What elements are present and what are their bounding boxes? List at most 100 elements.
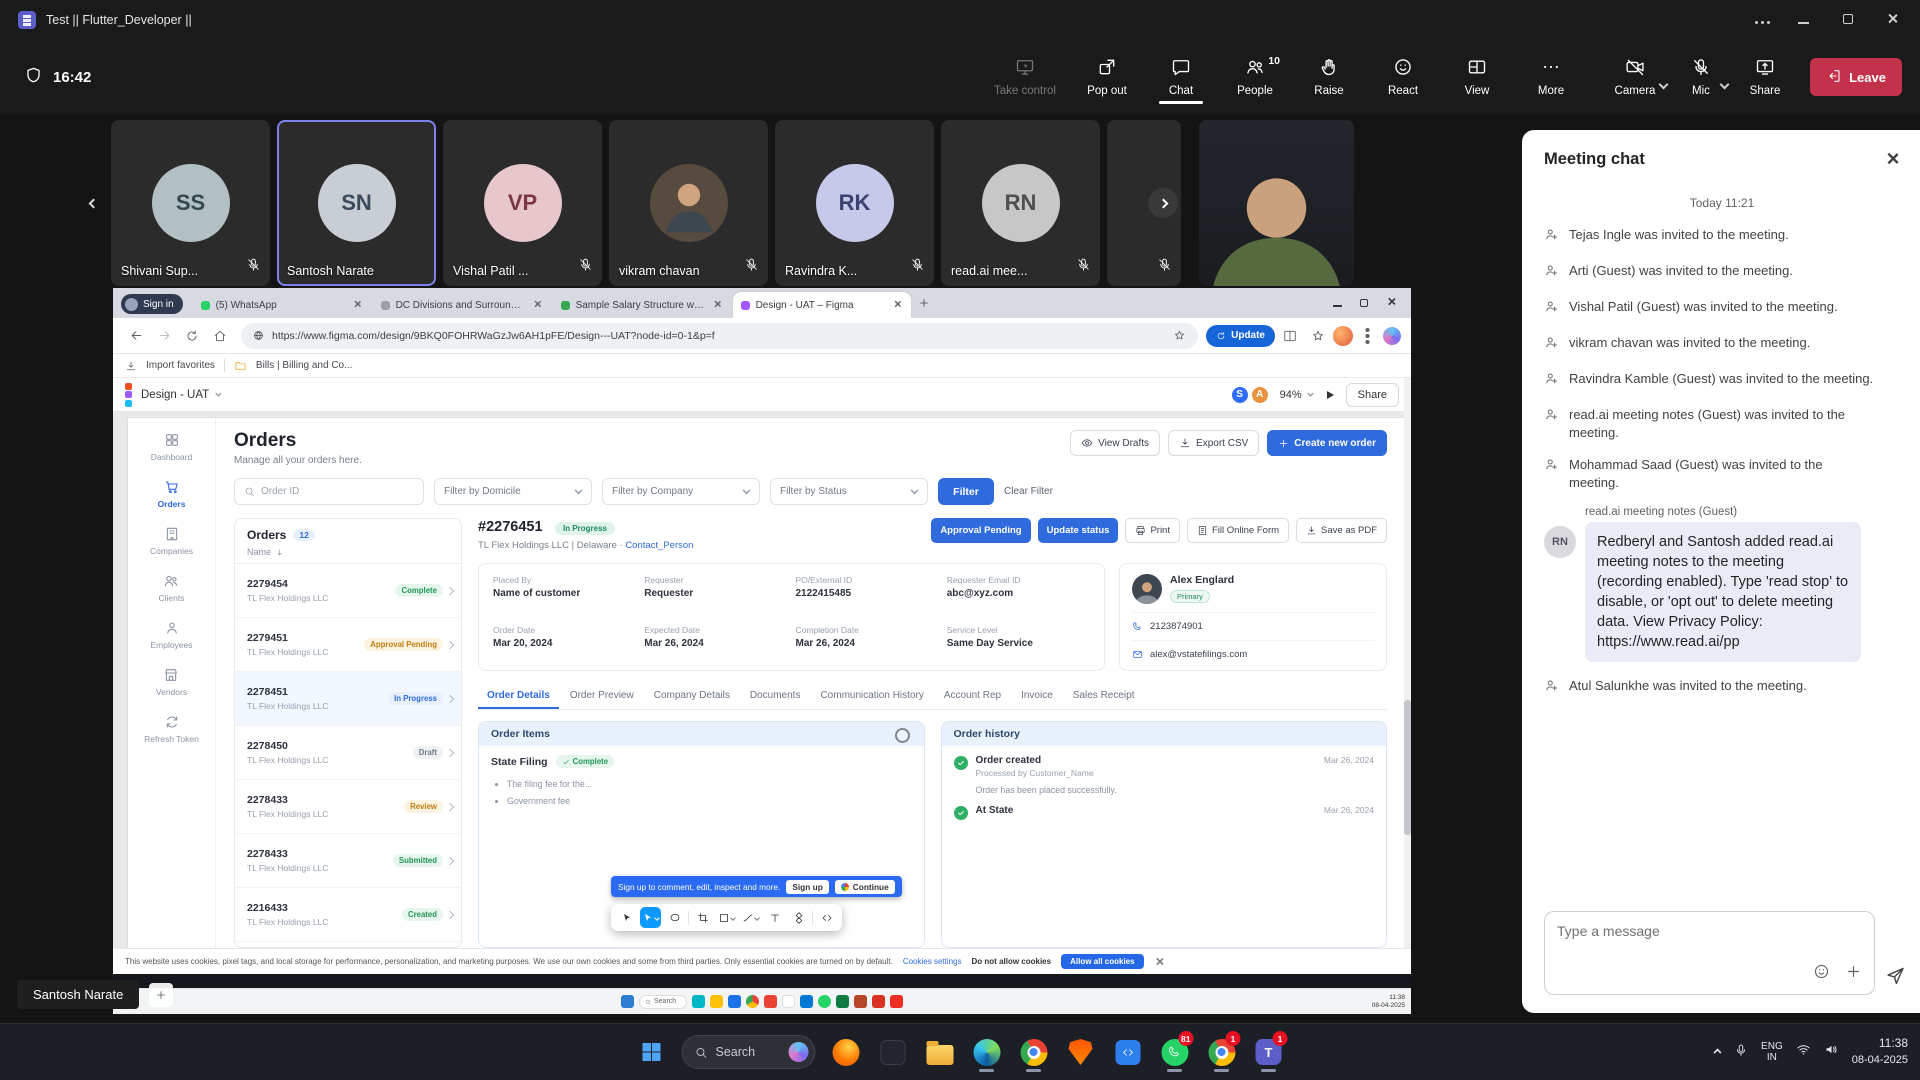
minimize-button[interactable]	[1798, 11, 1809, 29]
figma-doc-title[interactable]: Design - UAT	[141, 389, 222, 401]
view-drafts-button[interactable]: View Drafts	[1070, 430, 1160, 456]
order-list-item[interactable]: 2278451 TL Flex Holdings LLC In Progress	[235, 672, 461, 726]
url-input[interactable]: https://www.figma.com/design/9BKQ0FOHRWa…	[241, 323, 1198, 349]
order-list-item[interactable]: 2216433 TL Flex Holdings LLC Created	[235, 888, 461, 942]
favorites-icon[interactable]	[1305, 323, 1331, 349]
collaborator-avatar[interactable]: A	[1250, 385, 1270, 405]
cookie-settings-link[interactable]: Cookies settings	[903, 957, 962, 966]
participant-tile[interactable]: VP Vishal Patil ...	[443, 120, 602, 286]
favorite-item[interactable]: Import favorites	[146, 360, 215, 371]
start-button[interactable]	[635, 1029, 669, 1075]
tab-close-icon[interactable]	[353, 300, 361, 310]
participant-tile[interactable]: SS Shivani Sup...	[111, 120, 270, 286]
browser-menu-dots-icon[interactable]	[1355, 323, 1381, 349]
google-continue-button[interactable]: Continue	[835, 880, 895, 894]
figma-signup-button[interactable]: Sign up	[786, 880, 828, 894]
move-tool-icon[interactable]	[616, 907, 637, 928]
chat-button[interactable]: Chat	[1144, 47, 1218, 107]
wifi-icon[interactable]	[1796, 1042, 1811, 1062]
create-order-button[interactable]: Create new order	[1267, 430, 1387, 456]
fill-online-form-button[interactable]: Fill Online Form	[1187, 518, 1289, 543]
participant-tile[interactable]: vikram chavan	[609, 120, 768, 286]
site-info-icon[interactable]	[253, 330, 264, 341]
contact-person-link[interactable]: Contact_Person	[625, 540, 693, 551]
detail-tab[interactable]: Order Details	[478, 684, 559, 709]
strip-scroll-right-icon[interactable]	[1148, 188, 1178, 218]
browser-scrollbar[interactable]	[1404, 378, 1411, 948]
taskbar-clock[interactable]: 11:3808-04-2025	[1852, 1036, 1908, 1067]
back-icon[interactable]	[123, 323, 149, 349]
connector-tool-icon[interactable]	[740, 907, 761, 928]
collaborator-avatar[interactable]: S	[1230, 385, 1250, 405]
save-as-pdf-button[interactable]: Save as PDF	[1296, 518, 1387, 543]
tab-close-icon[interactable]	[713, 300, 721, 310]
view-button[interactable]: View	[1440, 47, 1514, 107]
sidebar-item-clients[interactable]: Clients	[159, 573, 185, 603]
detail-tab[interactable]: Communication History	[811, 684, 932, 709]
leave-button[interactable]: Leave	[1810, 58, 1902, 96]
window-more-icon[interactable]	[1761, 11, 1765, 29]
react-button[interactable]: React	[1366, 47, 1440, 107]
teams-icon[interactable]: T 1	[1252, 1029, 1286, 1075]
taskbar-search[interactable]: Search	[682, 1035, 816, 1069]
deny-cookies-button[interactable]: Do not allow cookies	[972, 957, 1052, 966]
close-chat-icon[interactable]	[1887, 152, 1898, 167]
new-tab-icon[interactable]	[913, 292, 935, 314]
volume-icon[interactable]	[1824, 1042, 1839, 1062]
order-list-item[interactable]: 2278433 TL Flex Holdings LLC Submitted	[235, 834, 461, 888]
pop-out-button[interactable]: Pop out	[1070, 47, 1144, 107]
figma-share-button[interactable]: Share	[1346, 383, 1399, 407]
sidebar-item-employees[interactable]: Employees	[150, 620, 192, 650]
sidebar-item-vendors[interactable]: Vendors	[156, 667, 187, 697]
browser-tab[interactable]: Design - UAT – Figma	[733, 292, 911, 318]
shape-tool-icon[interactable]	[716, 907, 737, 928]
apply-filter-button[interactable]: Filter	[938, 478, 994, 505]
browser-tab[interactable]: DC Divisions and Surroundings	[373, 292, 551, 318]
edge-icon[interactable]	[970, 1029, 1004, 1075]
order-list-item[interactable]: 2278433 TL Flex Holdings LLC Review	[235, 780, 461, 834]
order-id-search-input[interactable]: Order ID	[234, 478, 424, 505]
browser-tab[interactable]: (5) WhatsApp	[193, 292, 371, 318]
filter-status-select[interactable]: Filter by Status	[770, 478, 928, 505]
print-button[interactable]: Print	[1125, 518, 1180, 543]
bookmark-star-icon[interactable]	[1173, 329, 1186, 342]
code-tool-icon[interactable]	[816, 907, 837, 928]
browser-tab[interactable]: Sample Salary Structure with calc	[553, 292, 731, 318]
detail-tab[interactable]: Sales Receipt	[1064, 684, 1144, 709]
filter-company-select[interactable]: Filter by Company	[602, 478, 760, 505]
hand-tool-icon[interactable]	[664, 907, 685, 928]
share-screen-button[interactable]: Share	[1736, 47, 1794, 107]
whatsapp-icon[interactable]: 81	[1158, 1029, 1192, 1075]
brave-icon[interactable]	[1064, 1029, 1098, 1075]
sort-down-icon[interactable]	[275, 548, 284, 557]
cursor-tool-icon[interactable]	[640, 907, 661, 928]
order-list-item[interactable]: 2278450 TL Flex Holdings LLC Draft	[235, 726, 461, 780]
filter-domicile-select[interactable]: Filter by Domicile	[434, 478, 592, 505]
vscode-icon[interactable]	[1111, 1029, 1145, 1075]
participant-tile[interactable]: RN read.ai mee...	[941, 120, 1100, 286]
browser-profile-avatar[interactable]	[1333, 326, 1353, 346]
sidebar-item-refresh-token[interactable]: Refresh Token	[144, 714, 199, 744]
detail-tab[interactable]: Account Rep	[935, 684, 1010, 709]
browser-signin-pill[interactable]: Sign in	[121, 294, 183, 314]
attach-plus-icon[interactable]	[1845, 963, 1862, 985]
text-tool-icon[interactable]	[764, 907, 785, 928]
raise-hand-button[interactable]: Raise	[1292, 47, 1366, 107]
file-explorer-icon[interactable]	[923, 1029, 957, 1075]
detail-tab[interactable]: Documents	[741, 684, 810, 709]
approval-pending-button[interactable]: Approval Pending	[931, 518, 1030, 543]
tray-mic-icon[interactable]	[1734, 1043, 1748, 1062]
split-screen-icon[interactable]	[1277, 323, 1303, 349]
figma-logo-icon[interactable]	[125, 383, 132, 407]
detail-tab[interactable]: Invoice	[1012, 684, 1062, 709]
chrome-icon[interactable]	[1017, 1029, 1051, 1075]
participant-tile[interactable]: SN Santosh Narate	[277, 120, 436, 286]
chat-message-list[interactable]: Today 11:21 Tejas Ingle was invited to t…	[1544, 190, 1900, 881]
tab-close-icon[interactable]	[893, 300, 901, 310]
zoom-select[interactable]: 94%	[1280, 389, 1314, 401]
tray-expand-chevron-icon[interactable]	[1714, 1043, 1721, 1061]
detail-tab[interactable]: Company Details	[645, 684, 739, 709]
close-window-button[interactable]	[1887, 11, 1898, 29]
sidebar-item-orders[interactable]: Orders	[158, 479, 186, 509]
camera-button[interactable]: Camera	[1604, 47, 1666, 107]
